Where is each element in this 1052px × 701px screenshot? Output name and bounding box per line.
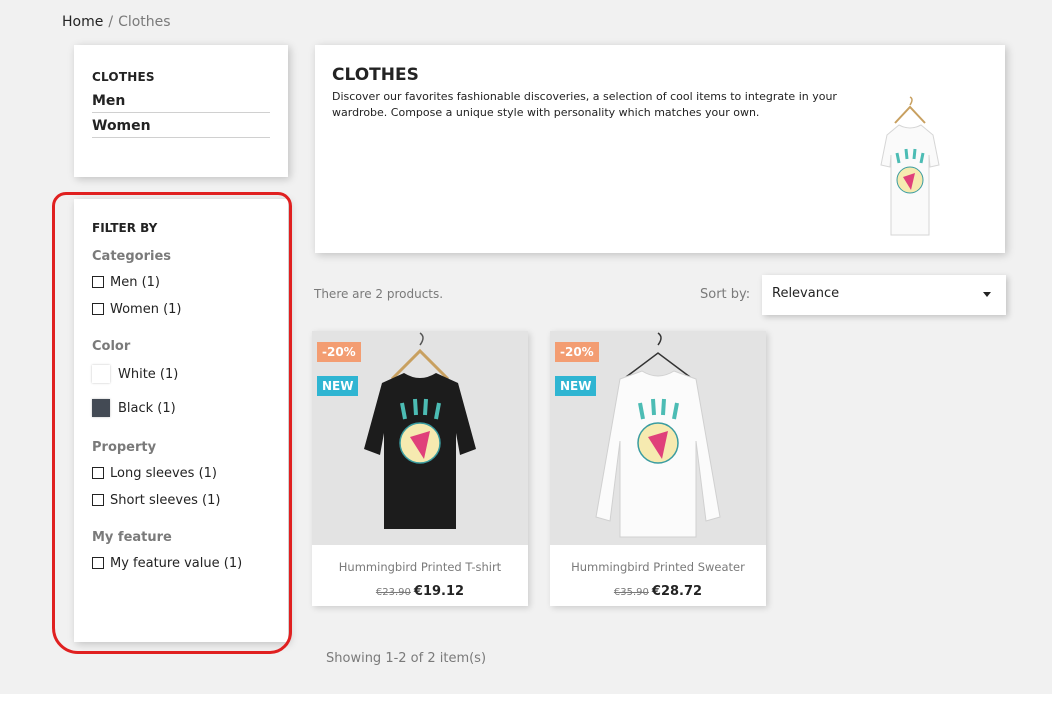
filter-option-label: Men (1) bbox=[110, 274, 161, 290]
product-price: €35.90 €28.72 bbox=[550, 580, 766, 599]
product-thumbnail[interactable]: -20% NEW bbox=[312, 331, 528, 545]
filter-option-label: Black (1) bbox=[118, 400, 176, 416]
chevron-down-icon bbox=[983, 292, 991, 297]
filter-option-label: White (1) bbox=[118, 366, 179, 382]
pagination-summary: Showing 1-2 of 2 item(s) bbox=[326, 651, 487, 666]
new-badge: NEW bbox=[317, 376, 359, 396]
product-count: There are 2 products. bbox=[314, 287, 444, 301]
filter-option-black[interactable]: Black (1) bbox=[92, 398, 270, 418]
checkbox[interactable] bbox=[92, 303, 104, 315]
checkbox[interactable] bbox=[92, 467, 104, 479]
page-title: CLOTHES bbox=[332, 65, 419, 85]
filter-option-white[interactable]: White (1) bbox=[92, 364, 270, 384]
current-price: €19.12 bbox=[413, 584, 465, 599]
filter-title: FILTER BY bbox=[92, 221, 158, 235]
checkbox[interactable] bbox=[92, 276, 104, 288]
current-price: €28.72 bbox=[651, 584, 703, 599]
checkbox[interactable] bbox=[92, 557, 104, 569]
filter-panel: FILTER BY Categories Men (1) Women (1) C… bbox=[74, 199, 288, 642]
filter-option-label: Short sleeves (1) bbox=[110, 492, 221, 508]
facet-title-color: Color bbox=[92, 339, 131, 354]
old-price: €35.90 bbox=[613, 587, 649, 598]
category-link-women[interactable]: Women bbox=[92, 116, 270, 138]
sort-value: Relevance bbox=[772, 286, 840, 301]
product-name[interactable]: Hummingbird Printed T-shirt bbox=[312, 560, 528, 574]
old-price: €23.90 bbox=[375, 587, 411, 598]
discount-badge: -20% bbox=[317, 342, 361, 362]
filter-option-label: Women (1) bbox=[110, 301, 182, 317]
new-badge: NEW bbox=[555, 376, 597, 396]
filter-option-label: Long sleeves (1) bbox=[110, 465, 217, 481]
product-card[interactable]: -20% NEW Hummingbird Printed Sweater €35… bbox=[550, 331, 766, 606]
sort-label: Sort by: bbox=[700, 287, 751, 302]
product-card[interactable]: -20% NEW Hummingbird Printed T-shirt €23… bbox=[312, 331, 528, 606]
filter-option-long-sleeves[interactable]: Long sleeves (1) bbox=[92, 465, 270, 481]
facet-title-categories: Categories bbox=[92, 249, 172, 264]
sort-dropdown[interactable]: Relevance bbox=[762, 275, 1006, 315]
discount-badge: -20% bbox=[555, 342, 599, 362]
product-price: €23.90 €19.12 bbox=[312, 580, 528, 599]
facet-property: Property Long sleeves (1) Short sleeves … bbox=[92, 440, 270, 508]
breadcrumb-current: Clothes bbox=[118, 14, 171, 30]
tshirt-image bbox=[364, 332, 476, 529]
facet-color: Color White (1) Black (1) bbox=[92, 339, 270, 418]
filter-option-short-sleeves[interactable]: Short sleeves (1) bbox=[92, 492, 270, 508]
category-image bbox=[880, 96, 940, 236]
product-name[interactable]: Hummingbird Printed Sweater bbox=[550, 560, 766, 574]
filter-option-women[interactable]: Women (1) bbox=[92, 301, 270, 317]
category-tree-title[interactable]: CLOTHES bbox=[92, 70, 270, 84]
breadcrumb: Home / Clothes bbox=[62, 14, 171, 30]
footer-band bbox=[0, 694, 1052, 701]
color-swatch-black[interactable] bbox=[92, 399, 110, 417]
facet-my-feature: My feature My feature value (1) bbox=[92, 530, 270, 571]
sweater-image bbox=[595, 332, 721, 538]
category-tree: CLOTHES Men Women bbox=[74, 45, 288, 177]
filter-option-men[interactable]: Men (1) bbox=[92, 274, 270, 290]
filter-option-my-feature-value[interactable]: My feature value (1) bbox=[92, 555, 270, 571]
category-header: CLOTHES Discover our favorites fashionab… bbox=[315, 45, 1005, 253]
facet-title-my-feature: My feature bbox=[92, 530, 172, 545]
checkbox[interactable] bbox=[92, 494, 104, 506]
product-thumbnail[interactable]: -20% NEW bbox=[550, 331, 766, 545]
category-link-men[interactable]: Men bbox=[92, 91, 270, 113]
filter-option-label: My feature value (1) bbox=[110, 555, 243, 571]
breadcrumb-home[interactable]: Home bbox=[62, 14, 103, 30]
breadcrumb-separator: / bbox=[108, 14, 114, 30]
facet-categories: Categories Men (1) Women (1) bbox=[92, 249, 270, 317]
color-swatch-white[interactable] bbox=[92, 365, 110, 383]
category-description: Discover our favorites fashionable disco… bbox=[332, 90, 837, 119]
facet-title-property: Property bbox=[92, 440, 157, 455]
